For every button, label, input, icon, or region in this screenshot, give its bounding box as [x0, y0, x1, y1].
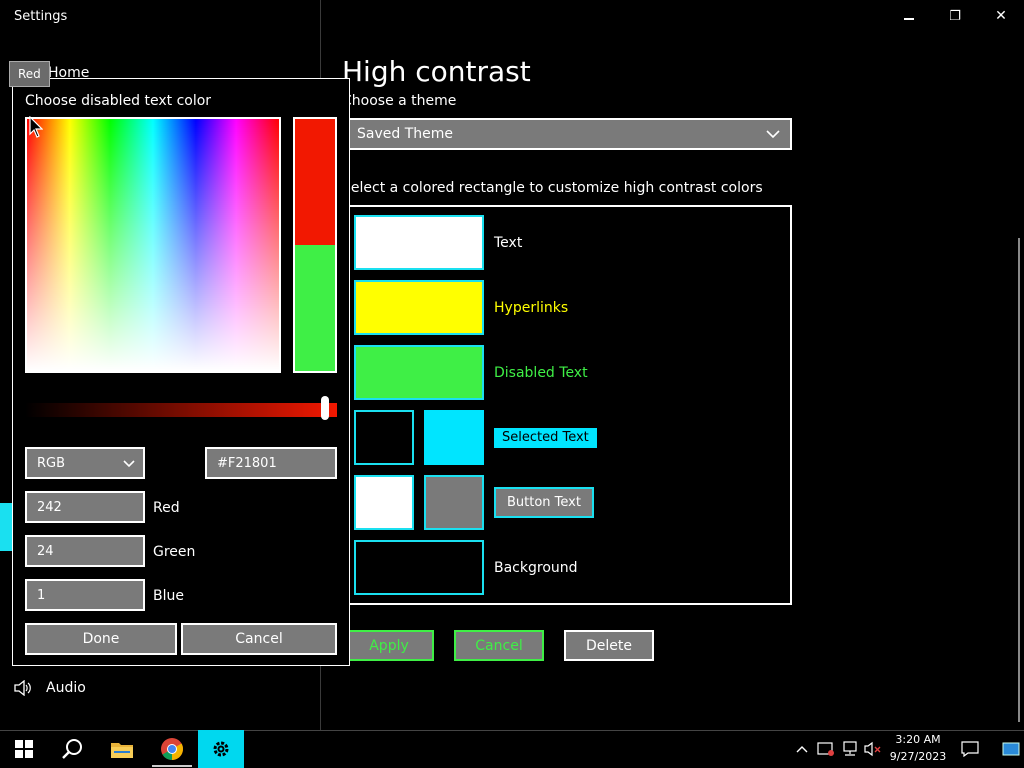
- button-face-swatch[interactable]: [424, 475, 484, 530]
- taskbar-chrome[interactable]: [148, 730, 196, 768]
- text-color-swatch[interactable]: [354, 215, 484, 270]
- green-label: Green: [153, 544, 196, 560]
- tray-network-button[interactable]: [840, 730, 860, 768]
- taskbar-file-explorer[interactable]: [98, 730, 146, 768]
- dialog-cancel-button[interactable]: Cancel: [181, 623, 337, 655]
- minimize-button[interactable]: [886, 0, 932, 32]
- minimize-icon: [904, 18, 914, 20]
- background-label: Background: [494, 560, 578, 576]
- volume-muted-icon: [864, 741, 881, 757]
- brightness-slider[interactable]: [25, 396, 337, 420]
- scrollbar[interactable]: [1018, 238, 1020, 722]
- hex-input[interactable]: #F21801: [205, 447, 337, 479]
- settings-icon: [213, 741, 229, 757]
- action-center-button[interactable]: [956, 730, 984, 768]
- selected-text-fg-swatch[interactable]: [354, 410, 414, 465]
- sidebar-item-audio[interactable]: Audio: [14, 680, 86, 696]
- file-explorer-icon: [111, 743, 133, 758]
- close-button[interactable]: ✕: [978, 0, 1024, 32]
- blue-label: Blue: [153, 588, 184, 604]
- windows-start-icon: [15, 740, 33, 758]
- page-title: High contrast: [342, 55, 531, 88]
- notification-icon: [961, 741, 979, 757]
- color-preview: [293, 117, 337, 373]
- new-color-preview: [295, 119, 335, 245]
- red-input[interactable]: 242: [25, 491, 145, 523]
- choose-theme-label: Choose a theme: [342, 93, 457, 109]
- taskbar-search-button[interactable]: [48, 730, 96, 768]
- close-icon: ✕: [995, 8, 1007, 24]
- maximize-button[interactable]: ❐: [932, 0, 978, 32]
- cancel-button[interactable]: Cancel: [454, 630, 544, 661]
- chevron-down-icon: [123, 460, 135, 468]
- disabled-text-color-swatch[interactable]: [354, 345, 484, 400]
- clock-date: 9/27/2023: [889, 750, 947, 763]
- window-title: Settings: [14, 9, 68, 24]
- color-mode-value: RGB: [37, 455, 66, 471]
- tray-volume-button[interactable]: [862, 730, 884, 768]
- background-color-swatch[interactable]: [354, 540, 484, 595]
- selected-text-bg-swatch[interactable]: [424, 410, 484, 465]
- theme-dropdown[interactable]: Saved Theme: [345, 118, 792, 150]
- hex-value: #F21801: [217, 455, 277, 471]
- tooltip: Red: [9, 61, 50, 87]
- search-icon: [62, 739, 82, 759]
- theme-value: Saved Theme: [357, 126, 453, 142]
- text-label: Text: [494, 235, 523, 251]
- green-input[interactable]: 24: [25, 535, 145, 567]
- red-label: Red: [153, 500, 180, 516]
- blue-input[interactable]: 1: [25, 579, 145, 611]
- done-button[interactable]: Done: [25, 623, 177, 655]
- hyperlinks-label[interactable]: Hyperlinks: [494, 300, 568, 316]
- blue-value: 1: [37, 587, 46, 603]
- network-disconnected-icon: [843, 741, 857, 756]
- red-value: 242: [37, 499, 62, 515]
- desktop-icon: [1002, 742, 1020, 756]
- old-color-preview: [295, 245, 335, 371]
- hyperlinks-color-swatch[interactable]: [354, 280, 484, 335]
- dialog-title: Choose disabled text color: [25, 93, 212, 109]
- button-text-fg-swatch[interactable]: [354, 475, 414, 530]
- selected-text-label: Selected Text: [494, 428, 597, 448]
- clock-time: 3:20 AM: [895, 733, 941, 746]
- mouse-cursor-icon: [29, 116, 43, 138]
- chevron-up-icon: [796, 746, 808, 753]
- disabled-text-label: Disabled Text: [494, 365, 588, 381]
- instruction-text: Select a colored rectangle to customize …: [342, 180, 763, 196]
- chrome-icon: [161, 738, 183, 760]
- tray-device-icon-button[interactable]: [816, 730, 836, 768]
- green-value: 24: [37, 543, 54, 559]
- color-spectrum[interactable]: [25, 117, 281, 373]
- sidebar-item-label: Audio: [46, 680, 86, 696]
- taskbar-chrome-indicator: [152, 765, 192, 767]
- speaker-icon: [14, 680, 31, 696]
- brightness-slider-thumb[interactable]: [321, 396, 329, 420]
- sidebar-selection-indicator: [0, 503, 12, 551]
- button-text-sample: Button Text: [494, 487, 594, 518]
- start-button[interactable]: [0, 730, 48, 768]
- restore-icon: ❐: [949, 8, 961, 24]
- show-hidden-icons-button[interactable]: [792, 730, 812, 768]
- show-desktop-button[interactable]: [998, 730, 1024, 768]
- taskbar-settings[interactable]: [198, 730, 244, 768]
- color-picker-dialog: Choose disabled text color RGB #F21801 2…: [12, 78, 350, 666]
- chevron-down-icon: [766, 130, 780, 139]
- device-status-icon: [817, 742, 834, 756]
- color-mode-dropdown[interactable]: RGB: [25, 447, 145, 479]
- delete-button[interactable]: Delete: [564, 630, 654, 661]
- apply-button[interactable]: Apply: [344, 630, 434, 661]
- taskbar-clock[interactable]: 3:20 AM 9/27/2023: [886, 731, 950, 767]
